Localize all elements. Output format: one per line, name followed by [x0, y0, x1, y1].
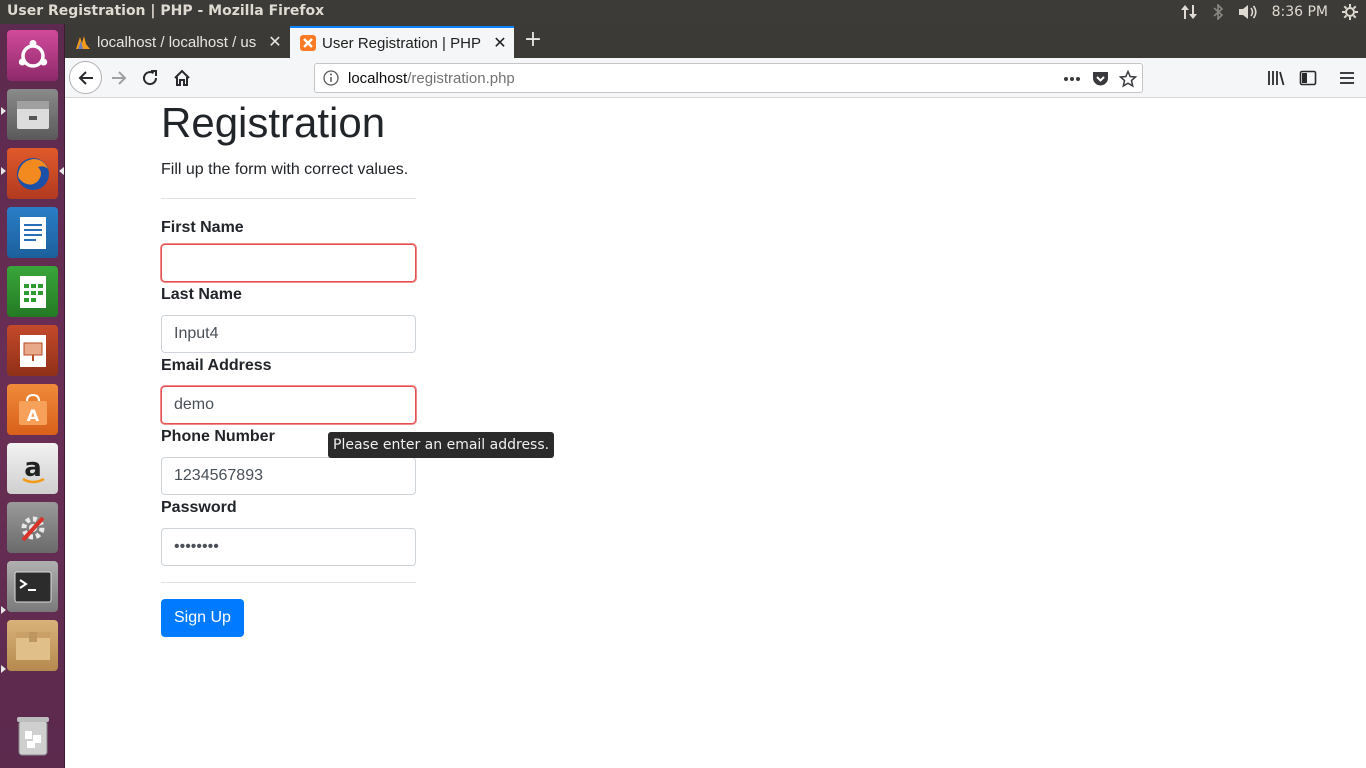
last-name-label: Last Name [161, 286, 242, 303]
tab-phpmyadmin[interactable]: localhost / localhost / us ✕ [65, 26, 289, 58]
xampp-favicon-icon [300, 35, 316, 51]
page-content: Registration Fill up the form with corre… [65, 98, 1366, 768]
libreoffice-calc-icon[interactable] [7, 266, 58, 317]
bookmark-star-icon[interactable] [1119, 70, 1137, 88]
last-name-input[interactable] [161, 315, 416, 353]
bluetooth-icon[interactable] [1212, 4, 1224, 20]
libreoffice-writer-icon[interactable] [7, 207, 58, 258]
tab-label: localhost / localhost / us [97, 33, 257, 51]
url-text: localhost/registration.php [348, 70, 515, 87]
trash-icon[interactable] [7, 709, 58, 760]
archive-icon[interactable] [7, 620, 58, 671]
top-panel: User Registration | PHP - Mozilla Firefo… [0, 0, 1366, 24]
launcher: A a [0, 24, 65, 768]
volume-icon[interactable] [1238, 4, 1258, 20]
gear-icon[interactable] [1342, 4, 1358, 20]
page-actions-icon[interactable] [1063, 70, 1081, 88]
software-center-icon[interactable]: A [7, 384, 58, 435]
password-label: Password [161, 499, 237, 516]
focused-indicator [59, 167, 64, 175]
site-info-icon[interactable] [323, 70, 339, 86]
network-icon[interactable] [1180, 4, 1198, 20]
address-bar[interactable]: localhost/registration.php [314, 63, 1143, 93]
password-input[interactable] [161, 528, 416, 566]
phpmyadmin-favicon-icon [75, 34, 91, 50]
registration-form: Registration Fill up the form with corre… [161, 98, 416, 637]
url-path: /registration.php [407, 70, 515, 87]
system-tray: 8:36 PM [1180, 2, 1358, 22]
divider [161, 582, 416, 583]
svg-text:A: A [26, 406, 39, 425]
first-name-label: First Name [161, 219, 244, 236]
close-tab-icon[interactable]: ✕ [492, 33, 508, 53]
tab-user-registration[interactable]: User Registration | PHP ✕ [290, 26, 514, 58]
reload-button[interactable] [134, 62, 166, 94]
svg-text:a: a [24, 453, 42, 483]
libreoffice-impress-icon[interactable] [7, 325, 58, 376]
phone-input[interactable] [161, 457, 416, 495]
email-validation-tooltip: Please enter an email address. [328, 432, 555, 458]
forward-button[interactable] [103, 62, 135, 94]
divider [161, 198, 416, 199]
email-input[interactable] [161, 386, 416, 424]
tab-label: User Registration | PHP [322, 34, 481, 52]
tab-bar: localhost / localhost / us ✕ User Regist… [65, 24, 1366, 58]
library-icon[interactable] [1260, 62, 1292, 94]
page-subtitle: Fill up the form with correct values. [161, 161, 409, 178]
window-title: User Registration | PHP - Mozilla Firefo… [7, 3, 325, 19]
running-indicator [1, 606, 6, 614]
firefox-icon[interactable] [7, 148, 58, 199]
running-indicator [1, 665, 6, 673]
sign-up-button[interactable]: Sign Up [161, 599, 244, 637]
running-indicator [1, 167, 6, 175]
hamburger-menu-icon[interactable] [1331, 62, 1363, 94]
ubuntu-dash-icon[interactable] [7, 30, 58, 81]
page-title: Registration [161, 99, 386, 146]
amazon-icon[interactable]: a [7, 443, 58, 494]
close-tab-icon[interactable]: ✕ [267, 32, 283, 52]
first-name-input[interactable] [161, 244, 416, 282]
home-button[interactable] [166, 62, 198, 94]
sidebar-toggle-icon[interactable] [1292, 62, 1324, 94]
url-host: localhost [348, 70, 408, 87]
running-indicator [1, 107, 6, 115]
back-button[interactable] [69, 61, 102, 94]
terminal-icon[interactable] [7, 561, 58, 612]
file-manager-icon[interactable] [7, 89, 58, 140]
clock[interactable]: 8:36 PM [1272, 4, 1328, 20]
navigation-toolbar: localhost/registration.php [65, 58, 1366, 98]
pocket-icon[interactable] [1091, 70, 1109, 88]
system-settings-icon[interactable] [7, 502, 58, 553]
email-label: Email Address [161, 357, 272, 374]
new-tab-button[interactable]: + [522, 29, 544, 52]
